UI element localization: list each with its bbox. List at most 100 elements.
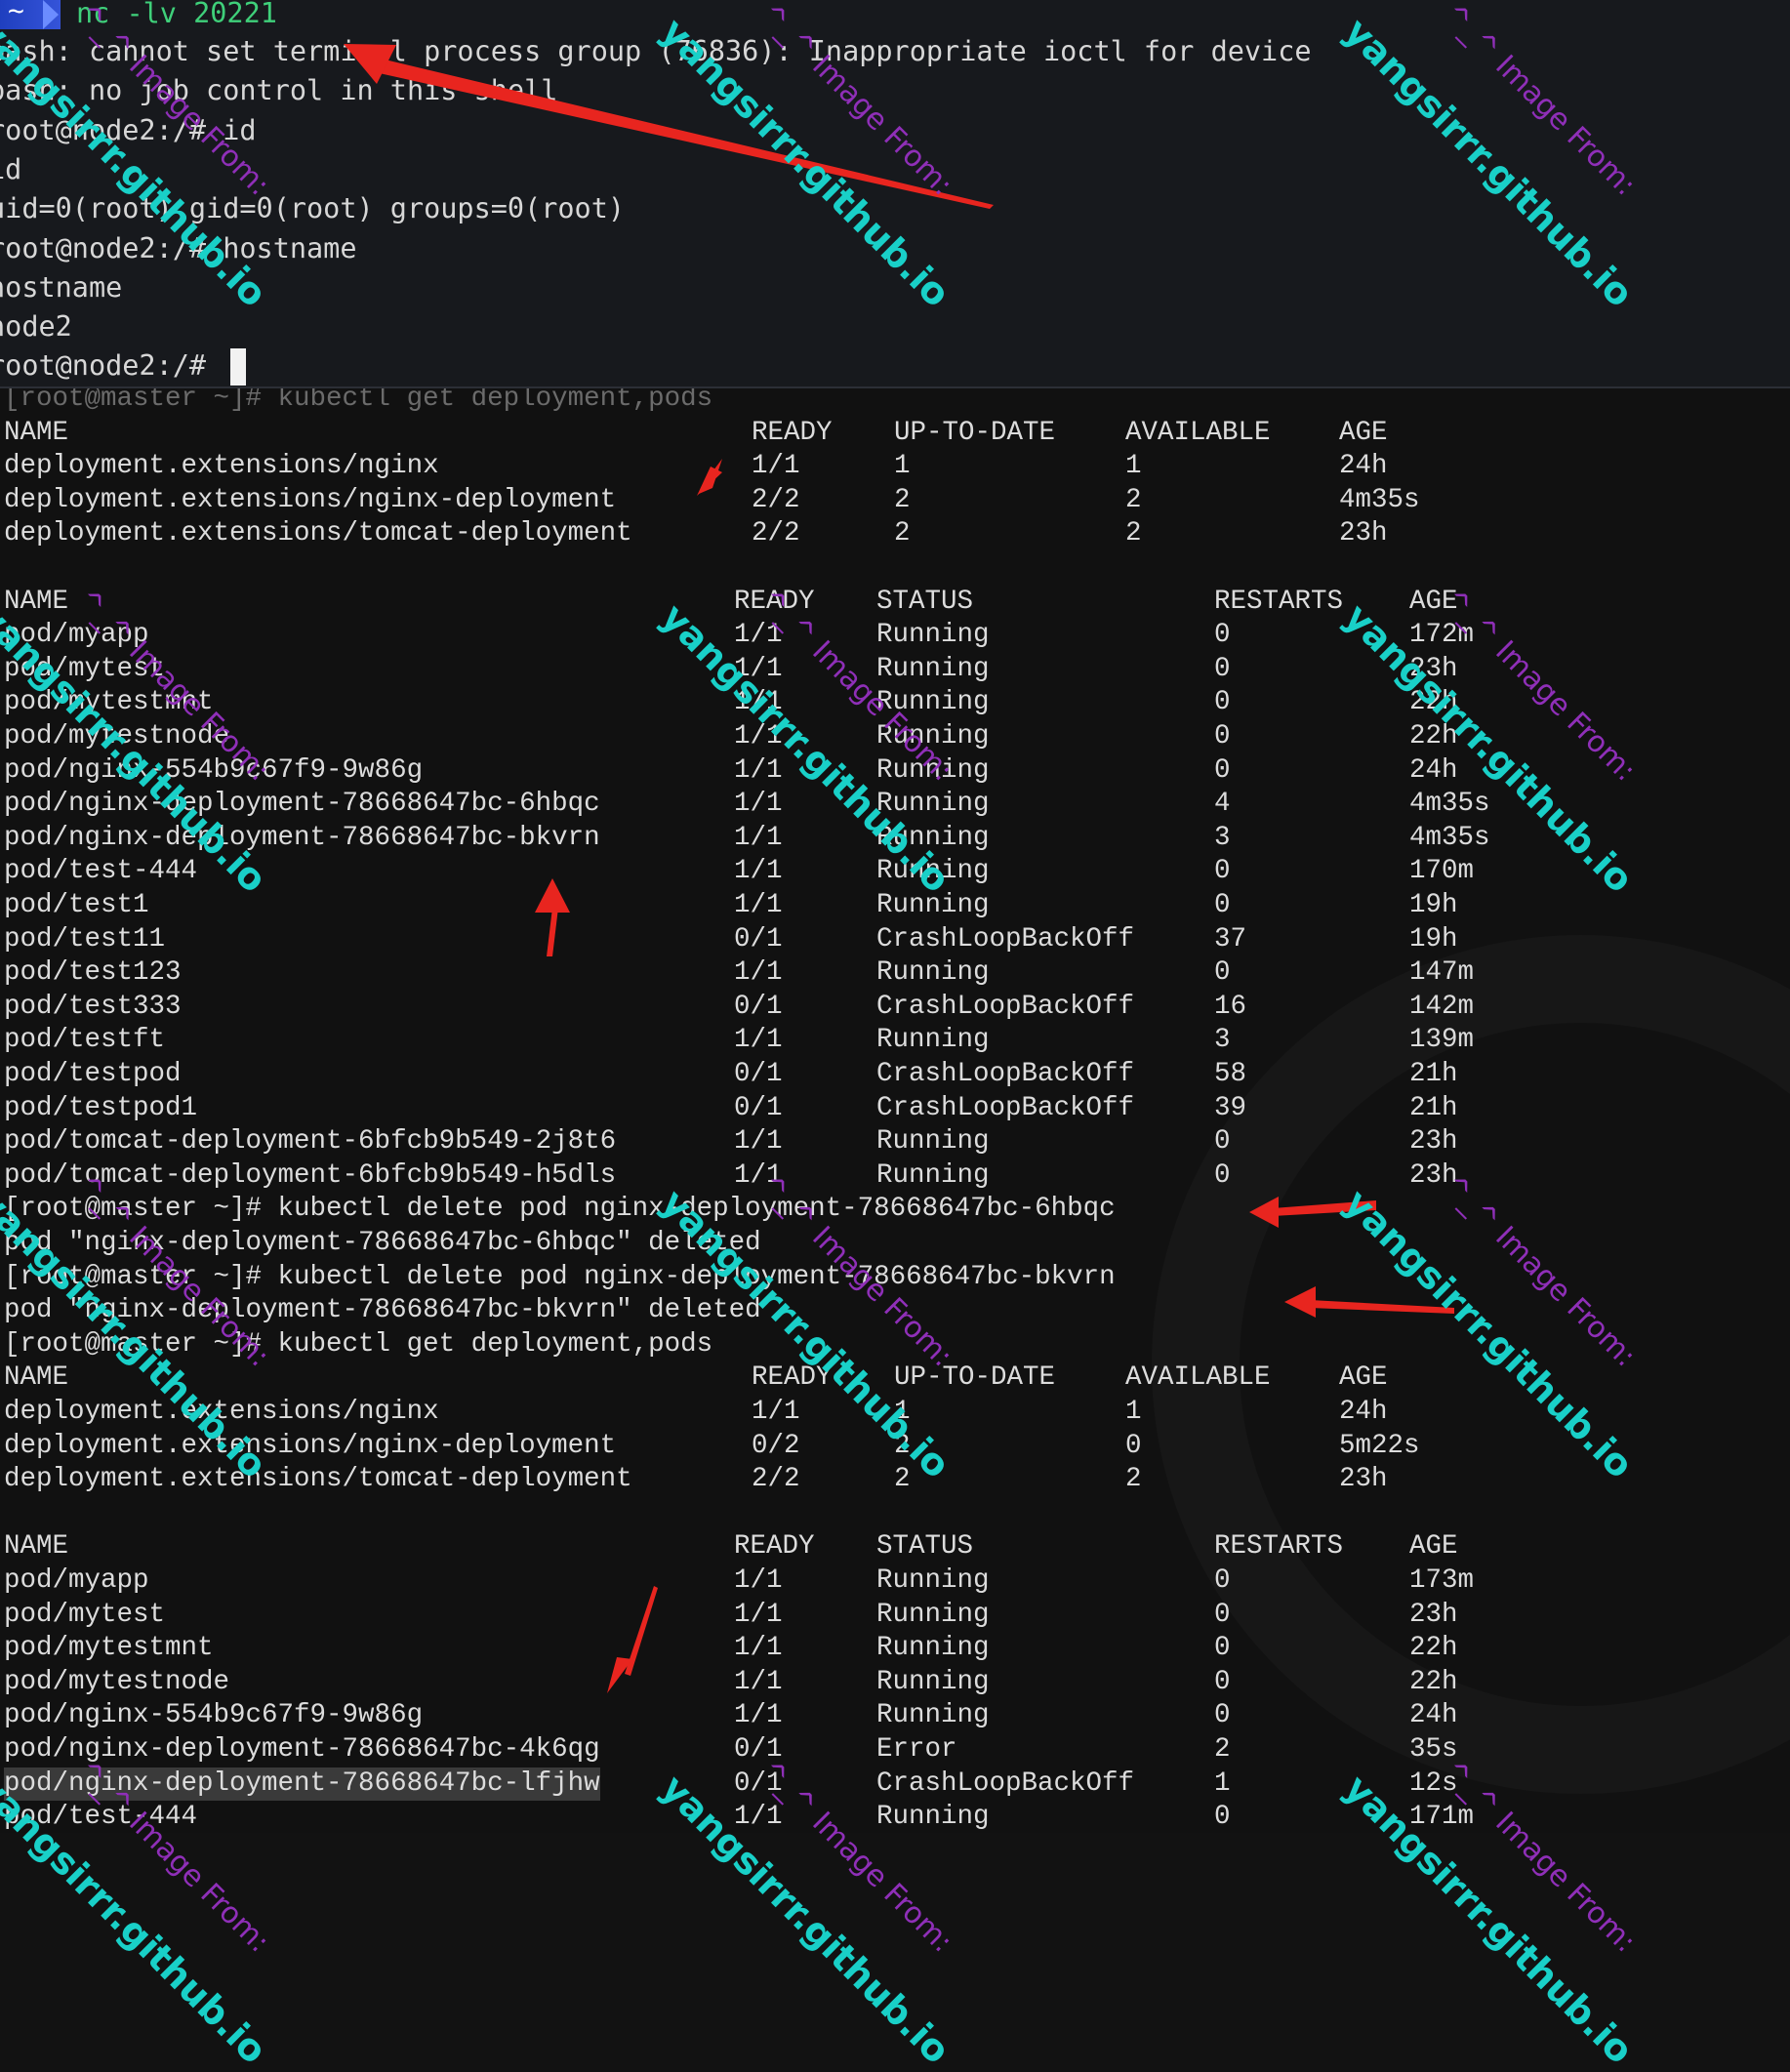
cell-available: 1 <box>1125 451 1142 482</box>
cell-up-to-date: UP-TO-DATE <box>894 1362 1056 1394</box>
cell-up-to-date: 2 <box>894 484 911 515</box>
cell-status: Running <box>876 1666 990 1697</box>
cell-status: Running <box>876 1700 990 1731</box>
terminal-output-line: id <box>0 150 21 189</box>
cell-age: 24h <box>1409 754 1458 786</box>
cell-available: 1 <box>1125 1397 1142 1427</box>
cell-restarts: 0 <box>1214 754 1231 786</box>
cell-name: pod/test333 <box>4 991 182 1022</box>
command-line-text: [root@master ~]# kubectl delete pod ngin… <box>4 1194 1116 1225</box>
terminal-output-line: uid=0(root) gid=0(root) groups=0(root) <box>0 189 625 228</box>
cell-age: 142m <box>1409 991 1475 1022</box>
cell-restarts: 0 <box>1214 1159 1231 1191</box>
cell-status: Running <box>876 1599 990 1630</box>
cell-up-to-date: 2 <box>894 1464 911 1495</box>
cell-ready: READY <box>734 1531 815 1563</box>
cell-age: 24h <box>1339 1397 1388 1427</box>
cell-available: 2 <box>1125 1464 1142 1495</box>
cell-name: pod/nginx-554b9c67f9-9w86g <box>4 1700 424 1731</box>
cell-status: STATUS <box>876 586 974 617</box>
cell-ready: 1/1 <box>734 1565 783 1596</box>
cell-name: deployment.extensions/tomcat-deployment <box>4 518 632 549</box>
cell-age: 139m <box>1409 1025 1475 1056</box>
cell-age: 173m <box>1409 1565 1475 1596</box>
bottom-terminal-pane[interactable]: [root@master ~]# kubectl get deployment,… <box>0 388 1790 1833</box>
cell-available: AVAILABLE <box>1125 417 1271 448</box>
cell-name: deployment.extensions/nginx-deployment <box>4 1430 617 1461</box>
cell-restarts: 58 <box>1214 1059 1247 1089</box>
cell-status: Running <box>876 620 990 651</box>
cell-ready: 1/1 <box>734 1666 783 1697</box>
text-cursor <box>230 348 247 386</box>
cell-age: 24h <box>1409 1700 1458 1731</box>
cell-restarts: 0 <box>1214 1802 1231 1833</box>
cell-restarts: 1 <box>1214 1767 1231 1799</box>
cell-ready: 0/1 <box>734 1059 783 1089</box>
cell-restarts: 2 <box>1214 1734 1231 1765</box>
cell-status: Running <box>876 1126 990 1158</box>
cell-available: 2 <box>1125 518 1142 549</box>
chevron-right-icon <box>43 0 59 29</box>
cell-status: CrashLoopBackOff <box>876 1767 1135 1799</box>
cell-name: pod/mytestnode <box>4 1666 230 1697</box>
cell-name: deployment.extensions/nginx <box>4 451 439 482</box>
cell-age: 19h <box>1409 890 1458 920</box>
terminal-output-text: uid=0(root) gid=0(root) groups=0(root) <box>0 192 626 225</box>
cell-age: 19h <box>1409 923 1458 955</box>
cell-age: 170m <box>1409 856 1475 887</box>
cell-name: pod/myapp <box>4 1565 149 1596</box>
cell-restarts: 0 <box>1214 653 1231 684</box>
cell-age: AGE <box>1339 417 1388 448</box>
cell-name: pod/tomcat-deployment-6bfcb9b549-2j8t6 <box>4 1126 617 1158</box>
cell-ready: 1/1 <box>734 1126 783 1158</box>
cell-restarts: 0 <box>1214 890 1231 920</box>
cell-restarts: 0 <box>1214 1633 1231 1664</box>
cell-ready: 2/2 <box>752 518 800 549</box>
terminal-output-line: root@node2:/# <box>0 346 247 386</box>
cell-name: NAME <box>4 1362 69 1394</box>
cell-status: Running <box>876 653 990 684</box>
cell-restarts: 0 <box>1214 957 1231 989</box>
cell-ready: 1/1 <box>734 856 783 887</box>
cell-restarts: 0 <box>1214 1126 1231 1158</box>
cell-restarts: 0 <box>1214 856 1231 887</box>
terminal-output-line: node2 <box>0 307 72 346</box>
cell-ready: 1/1 <box>734 789 783 820</box>
cell-age: 21h <box>1409 1092 1458 1123</box>
cell-name: pod/test11 <box>4 923 166 955</box>
cell-age: AGE <box>1409 1531 1458 1563</box>
cell-status: Running <box>876 1633 990 1664</box>
cell-status: STATUS <box>876 1531 974 1563</box>
cell-status: Running <box>876 1565 990 1596</box>
cell-available: AVAILABLE <box>1125 1362 1271 1394</box>
cell-up-to-date: UP-TO-DATE <box>894 417 1056 448</box>
cell-age: 22h <box>1409 1666 1458 1697</box>
cell-ready: 1/1 <box>734 1599 783 1630</box>
cell-restarts: 0 <box>1214 1599 1231 1630</box>
cell-name: pod/nginx-deployment-78668647bc-bkvrn <box>4 822 600 853</box>
cell-ready: 1/1 <box>734 1633 783 1664</box>
cell-ready: 1/1 <box>734 822 783 853</box>
cell-status: Error <box>876 1734 957 1765</box>
cell-ready: 1/1 <box>734 957 783 989</box>
terminal-output-line: hostname <box>0 268 122 307</box>
cell-restarts: RESTARTS <box>1214 586 1344 617</box>
cell-age: 5m22s <box>1339 1430 1420 1461</box>
cell-name: pod/testft <box>4 1025 166 1056</box>
cell-name: pod/testpod <box>4 1059 182 1089</box>
cell-restarts: 4 <box>1214 789 1231 820</box>
cell-status: CrashLoopBackOff <box>876 991 1135 1022</box>
cell-age: 23h <box>1339 518 1388 549</box>
cell-restarts: 39 <box>1214 1092 1247 1123</box>
cell-name: pod/test-444 <box>4 856 198 887</box>
cell-up-to-date: 2 <box>894 518 911 549</box>
terminal-output-text: node2 <box>0 310 72 344</box>
cell-status: CrashLoopBackOff <box>876 1092 1135 1123</box>
cell-restarts: 37 <box>1214 923 1247 955</box>
cell-restarts: 0 <box>1214 1700 1231 1731</box>
cell-name: deployment.extensions/tomcat-deployment <box>4 1464 632 1495</box>
cell-available: 2 <box>1125 484 1142 515</box>
cell-ready: 0/2 <box>752 1430 800 1461</box>
cell-status: CrashLoopBackOff <box>876 923 1135 955</box>
cell-restarts: 3 <box>1214 1025 1231 1056</box>
